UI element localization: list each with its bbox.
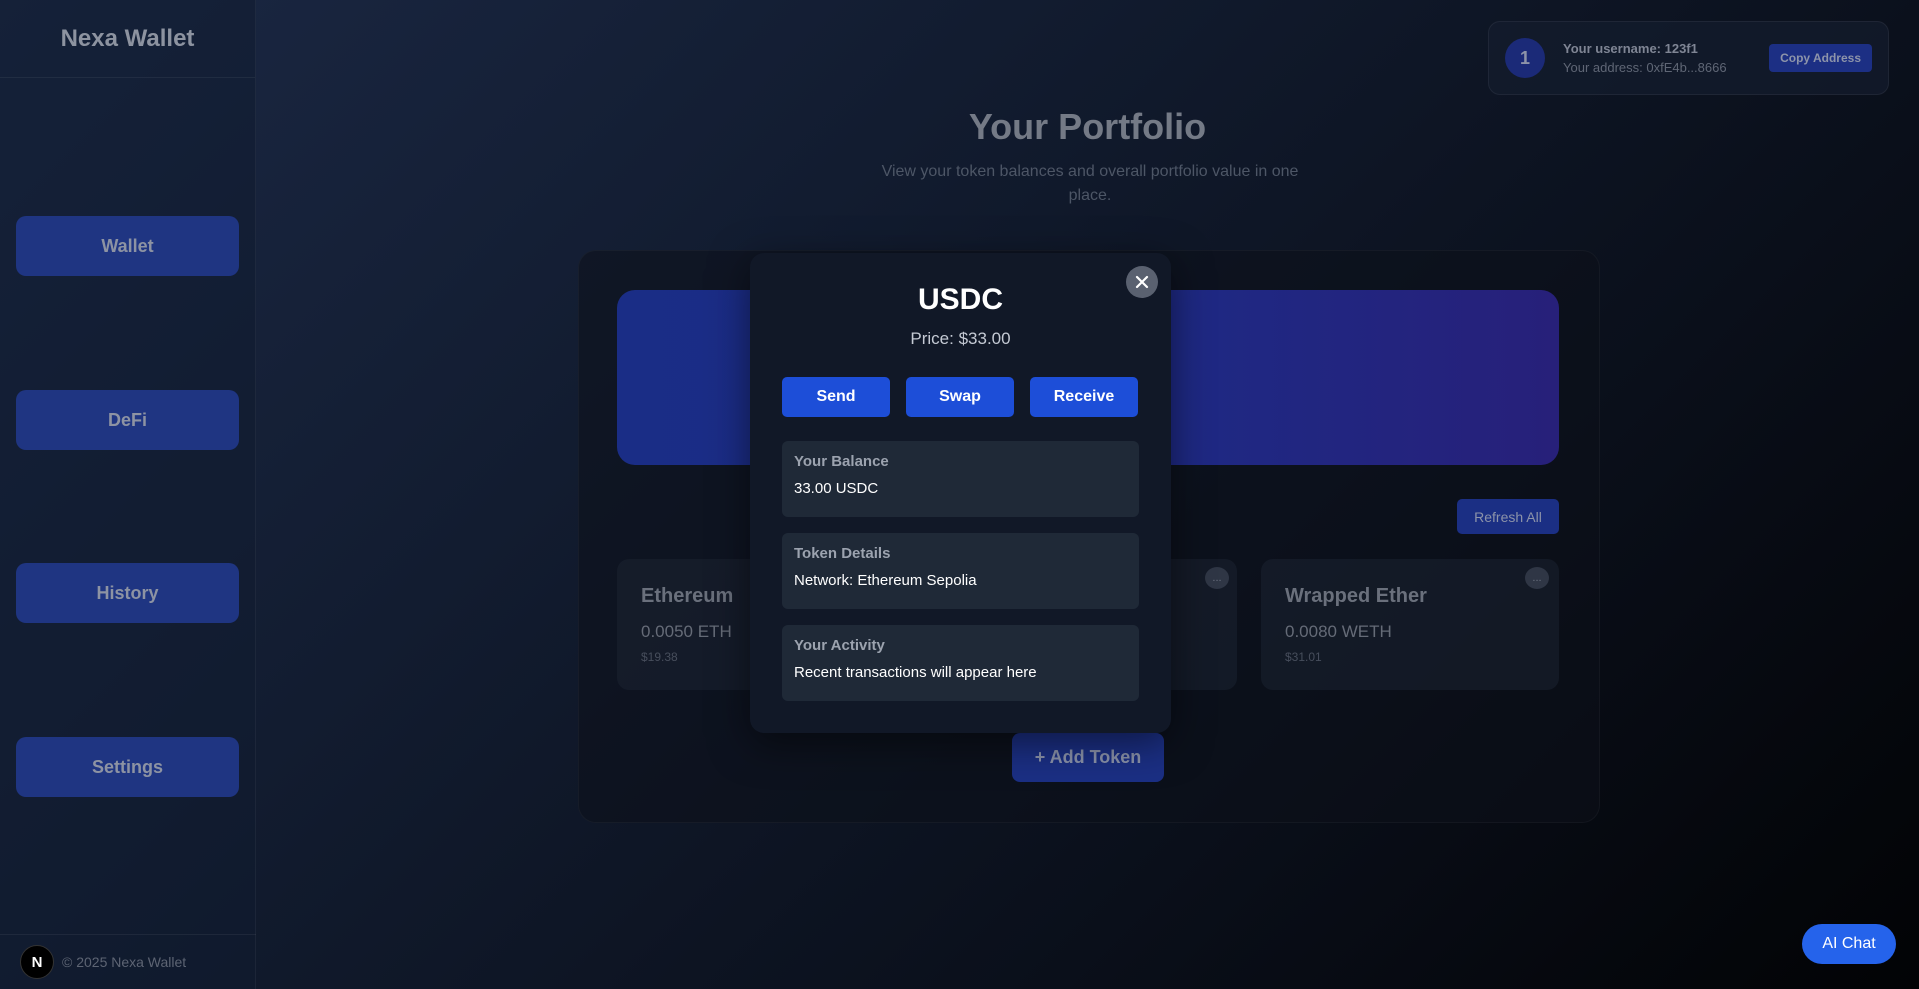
sidebar-footer: N © 2025 Nexa Wallet — [0, 934, 256, 989]
brand-title: Nexa Wallet — [0, 0, 255, 78]
modal-token-price: Price: $33.00 — [910, 329, 1011, 348]
token-name: Ethereum — [641, 585, 734, 607]
send-button[interactable]: Send — [782, 377, 890, 417]
page-title: Your Portfolio — [0, 106, 1919, 148]
user-card: 1 Your username: 123f1 Your address: 0xf… — [1488, 21, 1889, 95]
next-logo-icon[interactable]: N — [20, 945, 54, 979]
token-usd-value: $31.01 — [1285, 650, 1322, 664]
activity-value: Recent transactions will appear here — [794, 664, 1037, 681]
user-info: Your username: 123f1 Your address: 0xfE4… — [1563, 41, 1769, 75]
token-name: Wrapped Ether — [1285, 585, 1427, 607]
app-root: Nexa Wallet Wallet DeFi History Settings… — [0, 0, 1919, 989]
username-text: Your username: 123f1 — [1563, 41, 1698, 56]
modal-token-title: USDC — [917, 283, 1003, 316]
token-card-wrapped-ether[interactable]: Wrapped Ether 0.0080 WETH $31.01 ... — [1261, 559, 1559, 690]
receive-button[interactable]: Receive — [1030, 377, 1138, 417]
more-options-button[interactable]: ... — [1205, 567, 1229, 589]
balance-label: Your Balance — [794, 453, 889, 470]
sidebar-item-defi[interactable]: DeFi — [16, 390, 239, 450]
activity-label: Your Activity — [794, 637, 885, 654]
add-token-button[interactable]: + Add Token — [1012, 733, 1164, 782]
address-text: Your address: 0xfE4b...8666 — [1563, 60, 1727, 75]
sidebar-item-wallet[interactable]: Wallet — [16, 216, 239, 276]
token-amount: 0.0080 WETH — [1285, 622, 1392, 641]
balance-value: 33.00 USDC — [794, 480, 879, 497]
token-details-box: Token Details Network: Ethereum Sepolia — [782, 533, 1139, 609]
balance-box: Your Balance 33.00 USDC — [782, 441, 1139, 517]
ai-chat-button[interactable]: AI Chat — [1802, 924, 1896, 964]
token-details-value: Network: Ethereum Sepolia — [794, 572, 977, 589]
copyright-text: © 2025 Nexa Wallet — [62, 954, 187, 970]
swap-button[interactable]: Swap — [906, 377, 1014, 417]
more-options-button[interactable]: ... — [1525, 567, 1549, 589]
avatar: 1 — [1505, 38, 1545, 78]
copy-address-button[interactable]: Copy Address — [1769, 44, 1872, 72]
token-amount: 0.0050 ETH — [641, 622, 732, 641]
page-title-text: Your Portfolio — [968, 106, 1207, 147]
sidebar-item-settings[interactable]: Settings — [16, 737, 239, 797]
refresh-all-button[interactable]: Refresh All — [1457, 499, 1559, 534]
activity-box: Your Activity Recent transactions will a… — [782, 625, 1139, 701]
page-subtitle: View your token balances and overall por… — [881, 163, 1299, 204]
sidebar: Nexa Wallet Wallet DeFi History Settings… — [0, 0, 256, 989]
token-modal: USDC Price: $33.00 Send Swap Receive You… — [750, 253, 1171, 733]
sidebar-item-history[interactable]: History — [16, 563, 239, 623]
token-details-label: Token Details — [794, 545, 891, 562]
token-usd-value: $19.38 — [641, 650, 678, 664]
